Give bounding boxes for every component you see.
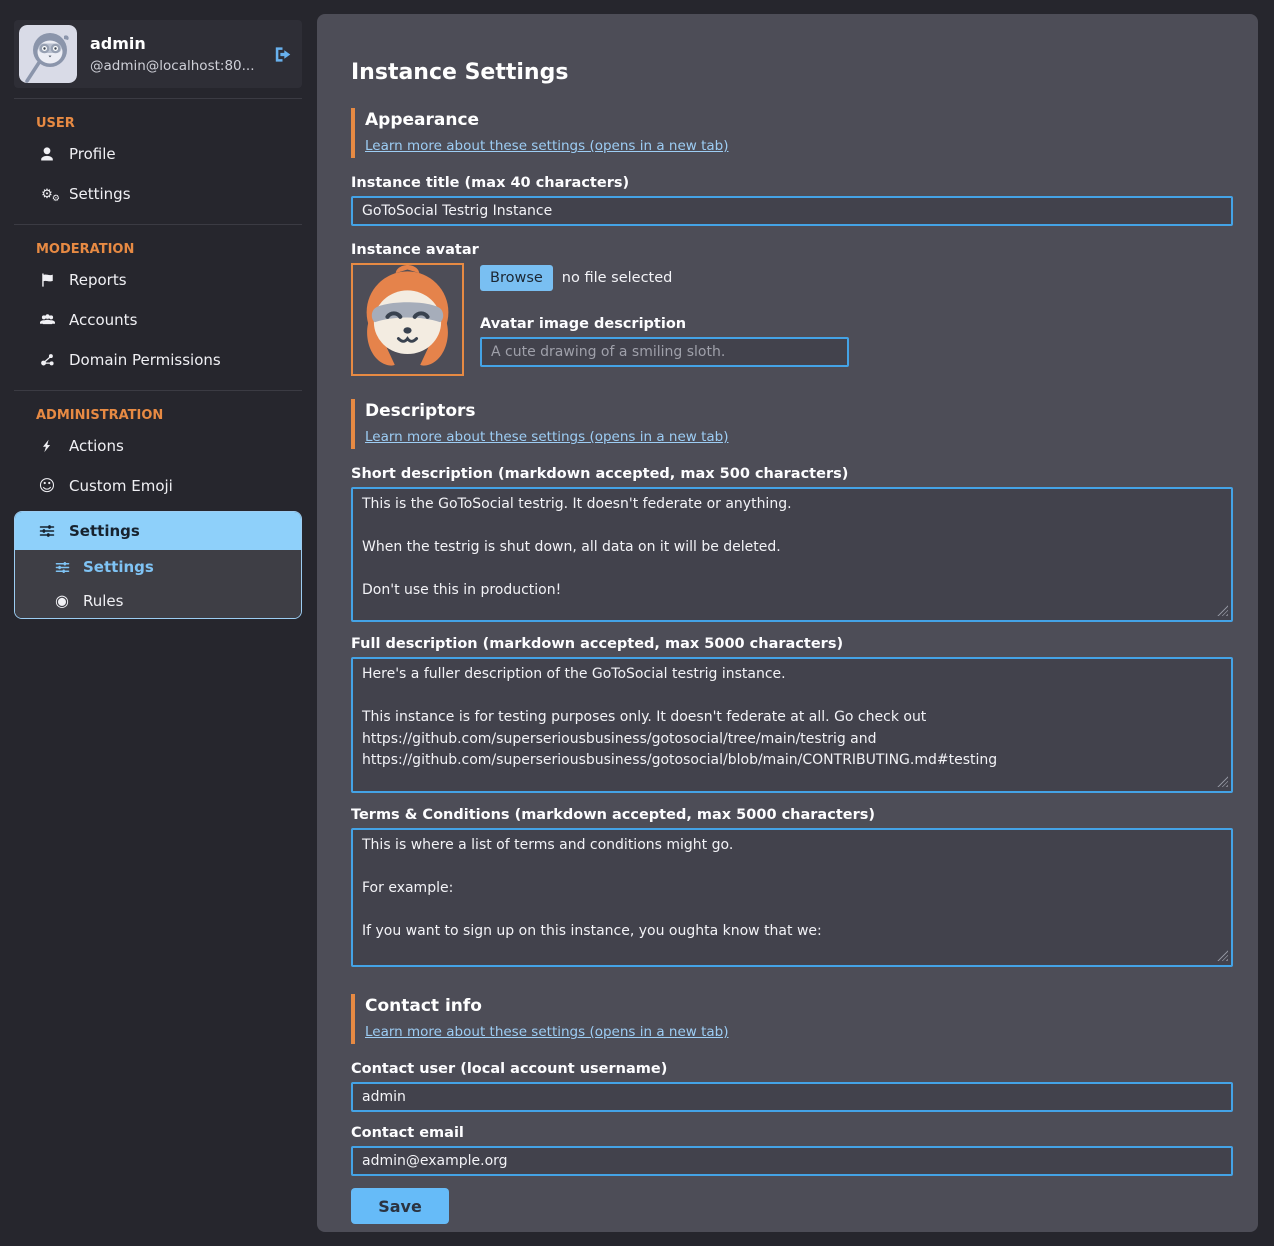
user-icon xyxy=(38,146,56,162)
user-info: admin @admin@localhost:80... xyxy=(90,34,260,74)
appearance-heading: Appearance xyxy=(365,110,1233,130)
contact-learn-more-link[interactable]: Learn more about these settings (opens i… xyxy=(365,1024,728,1040)
terms-label: Terms & Conditions (markdown accepted, m… xyxy=(351,807,1233,823)
sidebar-item-label: Reports xyxy=(69,271,127,289)
sidebar-item-label: Actions xyxy=(69,437,124,455)
sidebar-divider xyxy=(14,390,302,391)
sidebar-settings-submenu: Settings ◉ Rules xyxy=(15,550,301,618)
file-picker-row: Browse no file selected xyxy=(480,265,1233,291)
short-description-textarea[interactable]: This is the GoToSocial testrig. It doesn… xyxy=(351,487,1233,622)
terms-textarea[interactable]: This is where a list of terms and condit… xyxy=(351,828,1233,967)
full-description-textarea[interactable]: Here's a fuller description of the GoToS… xyxy=(351,657,1233,793)
user-handle: @admin@localhost:80... xyxy=(90,58,260,74)
save-button[interactable]: Save xyxy=(351,1188,449,1224)
bolt-icon xyxy=(38,438,56,454)
avatar-description-label: Avatar image description xyxy=(480,316,1233,332)
contact-user-label: Contact user (local account username) xyxy=(351,1061,1233,1077)
sidebar-item-label: Settings xyxy=(69,522,140,540)
instance-avatar-label: Instance avatar xyxy=(351,242,1233,258)
sidebar-subitem-label: Rules xyxy=(83,592,123,610)
sidebar-item-accounts[interactable]: Accounts xyxy=(14,300,302,340)
terms-wrap: This is where a list of terms and condit… xyxy=(351,828,1233,967)
sliders-icon xyxy=(53,560,71,575)
instance-avatar-row: Browse no file selected Avatar image des… xyxy=(351,263,1233,376)
sidebar-item-domain-permissions[interactable]: Domain Permissions xyxy=(14,340,302,380)
sidebar-settings-group: Settings Settings ◉ Rules xyxy=(14,511,302,619)
sidebar-section-administration-label: ADMINISTRATION xyxy=(14,401,302,426)
contact-heading: Contact info xyxy=(365,996,1233,1016)
descriptors-heading: Descriptors xyxy=(365,401,1233,421)
descriptors-learn-more-link[interactable]: Learn more about these settings (opens i… xyxy=(365,429,728,445)
instance-avatar-controls: Browse no file selected Avatar image des… xyxy=(480,263,1233,367)
sidebar-item-label: Profile xyxy=(69,145,116,163)
gotosocial-admin-page: admin @admin@localhost:80... USER Profil… xyxy=(0,0,1274,1246)
instance-avatar-image[interactable] xyxy=(351,263,464,376)
sidebar-item-actions[interactable]: Actions xyxy=(14,426,302,466)
sidebar-item-profile[interactable]: Profile xyxy=(14,134,302,174)
contact-email-input[interactable] xyxy=(351,1146,1233,1176)
sidebar-item-label: Settings xyxy=(69,185,131,203)
appearance-learn-more-link[interactable]: Learn more about these settings (opens i… xyxy=(365,138,728,154)
short-description-wrap: This is the GoToSocial testrig. It doesn… xyxy=(351,487,1233,622)
instance-title-label: Instance title (max 40 characters) xyxy=(351,175,1233,191)
smiley-icon: ☺ xyxy=(38,478,56,494)
short-description-label: Short description (markdown accepted, ma… xyxy=(351,466,1233,482)
sidebar-section-user-label: USER xyxy=(14,109,302,134)
browse-button[interactable]: Browse xyxy=(480,265,553,291)
sidebar-section-moderation-label: MODERATION xyxy=(14,235,302,260)
sidebar-item-custom-emoji[interactable]: ☺ Custom Emoji xyxy=(14,466,302,506)
sidebar-item-label: Domain Permissions xyxy=(69,351,221,369)
user-card[interactable]: admin @admin@localhost:80... xyxy=(14,20,302,88)
contact-email-label: Contact email xyxy=(351,1125,1233,1141)
sidebar-item-label: Accounts xyxy=(69,311,137,329)
full-description-label: Full description (markdown accepted, max… xyxy=(351,636,1233,652)
instance-settings-panel: Instance Settings Appearance Learn more … xyxy=(317,14,1258,1232)
contact-section-header: Contact info Learn more about these sett… xyxy=(351,994,1233,1044)
sidebar-subitem-label: Settings xyxy=(83,558,154,576)
dot-circle-icon: ◉ xyxy=(53,593,71,609)
file-status-text: no file selected xyxy=(562,270,673,286)
sidebar-item-reports[interactable]: Reports xyxy=(14,260,302,300)
sidebar-divider xyxy=(14,224,302,225)
user-name: admin xyxy=(90,34,260,53)
sidebar-item-label: Custom Emoji xyxy=(69,477,173,495)
page-title: Instance Settings xyxy=(351,60,1233,85)
gears-icon: ⚙⚙ xyxy=(38,188,56,201)
sidebar-item-user-settings[interactable]: ⚙⚙ Settings xyxy=(14,174,302,214)
sidebar-item-admin-settings[interactable]: Settings xyxy=(15,512,301,550)
user-avatar-sloth xyxy=(19,25,77,83)
sidebar-subitem-rules[interactable]: ◉ Rules xyxy=(15,584,301,618)
sliders-icon xyxy=(38,523,56,539)
sign-out-icon[interactable] xyxy=(273,46,292,63)
flag-icon xyxy=(38,272,56,288)
share-nodes-icon xyxy=(38,352,56,368)
instance-title-input[interactable] xyxy=(351,196,1233,226)
contact-user-input[interactable] xyxy=(351,1082,1233,1112)
full-description-wrap: Here's a fuller description of the GoToS… xyxy=(351,657,1233,793)
descriptors-section-header: Descriptors Learn more about these setti… xyxy=(351,399,1233,449)
sidebar-subitem-settings[interactable]: Settings xyxy=(15,550,301,584)
sidebar: admin @admin@localhost:80... USER Profil… xyxy=(14,20,302,619)
sidebar-divider xyxy=(14,98,302,99)
appearance-section-header: Appearance Learn more about these settin… xyxy=(351,108,1233,158)
users-icon xyxy=(38,312,56,328)
avatar-description-input[interactable] xyxy=(480,337,849,367)
